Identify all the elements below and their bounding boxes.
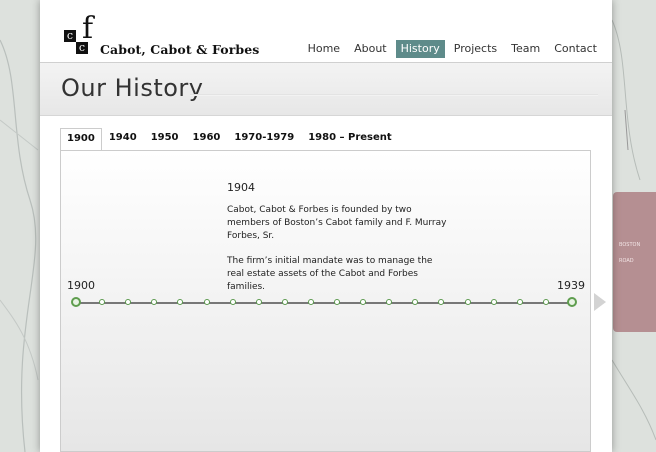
tab-1900[interactable]: 1900 xyxy=(60,128,102,150)
timeline-marker[interactable] xyxy=(542,299,549,305)
nav-projects[interactable]: Projects xyxy=(449,40,502,58)
event-paragraph-2: The firm’s initial mandate was to manage… xyxy=(227,256,433,292)
era-tabs: 1900 1940 1950 1960 1970-1979 1980 – Pre… xyxy=(60,128,399,150)
timeline-next-arrow-icon[interactable] xyxy=(594,293,606,311)
timeline-end-label: 1939 xyxy=(557,279,585,292)
page-container: c f c Cabot, Cabot & Forbes Home About H… xyxy=(40,0,612,452)
timeline-marker[interactable] xyxy=(229,299,236,305)
tab-1960[interactable]: 1960 xyxy=(186,128,228,150)
timeline-marker[interactable] xyxy=(307,299,314,305)
tab-1980-present[interactable]: 1980 – Present xyxy=(301,128,398,150)
tab-1950[interactable]: 1950 xyxy=(144,128,186,150)
main-nav: Home About History Projects Team Contact xyxy=(303,40,602,58)
timeline-marker[interactable] xyxy=(567,297,577,307)
timeline-marker[interactable] xyxy=(99,299,106,305)
timeline-marker[interactable] xyxy=(151,299,158,305)
nav-about[interactable]: About xyxy=(349,40,392,58)
site-header: c f c Cabot, Cabot & Forbes Home About H… xyxy=(40,0,612,62)
event-paragraph-1: Cabot, Cabot & Forbes is founded by two … xyxy=(227,205,447,241)
timeline-marker[interactable] xyxy=(71,297,81,307)
logo-letter-c2: c xyxy=(76,42,88,54)
timeline-marker[interactable] xyxy=(177,299,184,305)
timeline-marker[interactable] xyxy=(490,299,497,305)
logo-letter-f: f xyxy=(82,11,94,46)
event-detail: 1904 Cabot, Cabot & Forbes is founded by… xyxy=(227,181,447,306)
title-divider xyxy=(190,94,598,96)
timeline-marker[interactable] xyxy=(281,299,288,305)
nav-team[interactable]: Team xyxy=(506,40,545,58)
timeline-marker[interactable] xyxy=(464,299,471,305)
page-title: Our History xyxy=(61,74,204,102)
tab-1940[interactable]: 1940 xyxy=(102,128,144,150)
brand-name: Cabot, Cabot & Forbes xyxy=(100,42,260,57)
company-logo[interactable]: c f c xyxy=(64,11,104,56)
map-sign: BOSTON ROAD xyxy=(613,192,656,332)
nav-contact[interactable]: Contact xyxy=(549,40,602,58)
timeline-marker[interactable] xyxy=(516,299,523,305)
timeline-marker[interactable] xyxy=(125,299,132,305)
logo-letter-c1: c xyxy=(64,30,76,42)
title-bar: Our History xyxy=(40,62,612,116)
nav-home[interactable]: Home xyxy=(303,40,345,58)
tab-1970-1979[interactable]: 1970-1979 xyxy=(227,128,301,150)
event-year: 1904 xyxy=(227,181,255,194)
sign-text-road: ROAD xyxy=(619,258,634,264)
timeline-marker[interactable] xyxy=(203,299,210,305)
sign-text-boston: BOSTON xyxy=(619,242,641,248)
timeline-start-label: 1900 xyxy=(67,279,95,292)
timeline-marker[interactable] xyxy=(255,299,262,305)
timeline-marker[interactable] xyxy=(334,299,341,305)
nav-history[interactable]: History xyxy=(395,40,445,58)
timeline-panel: 1904 Cabot, Cabot & Forbes is founded by… xyxy=(60,150,591,452)
